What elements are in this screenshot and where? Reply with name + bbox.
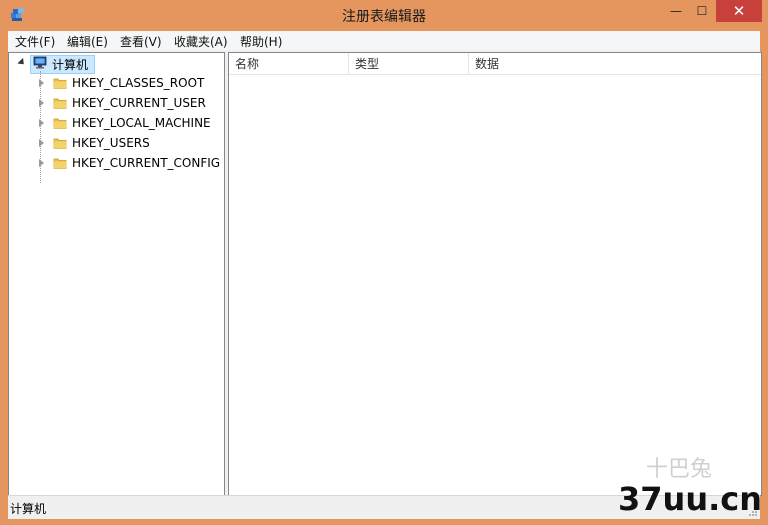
- key-tree-pane[interactable]: 计算机 HKEY_CLASSES_ROOT HKEY_CURRENT_USER: [8, 52, 225, 496]
- watermark-text: 37uu.cn: [618, 480, 762, 518]
- tree-node-computer[interactable]: 计算机: [9, 54, 224, 74]
- tree-node-hkcc[interactable]: HKEY_CURRENT_CONFIG: [9, 154, 224, 172]
- expand-arrow-icon[interactable]: [39, 139, 44, 147]
- folder-icon: [53, 138, 67, 149]
- watermark-faint-text: 十巴兔: [646, 457, 713, 482]
- expand-arrow-icon[interactable]: [39, 119, 44, 127]
- tree-node-hkcu[interactable]: HKEY_CURRENT_USER: [9, 94, 224, 112]
- values-list-pane[interactable]: 名称 类型 数据: [228, 52, 762, 496]
- expand-arrow-icon[interactable]: [39, 79, 44, 87]
- tree-label: HKEY_LOCAL_MACHINE: [72, 116, 211, 130]
- tree-label: HKEY_CURRENT_CONFIG: [72, 156, 221, 170]
- tree-label: HKEY_USERS: [72, 136, 150, 150]
- folder-icon: [53, 118, 67, 129]
- menu-edit[interactable]: 编辑(E): [66, 33, 109, 50]
- close-button[interactable]: ✕: [716, 0, 762, 22]
- tree-node-hkcr[interactable]: HKEY_CLASSES_ROOT: [9, 74, 224, 92]
- regedit-window: 注册表编辑器 — ☐ ✕ 文件(F) 编辑(E) 查看(V) 收藏夹(A) 帮助…: [0, 0, 768, 525]
- folder-icon: [53, 158, 67, 169]
- folder-icon: [53, 98, 67, 109]
- minimize-button[interactable]: —: [662, 0, 690, 22]
- menu-favorites[interactable]: 收藏夹(A): [173, 33, 229, 50]
- menu-bar: 文件(F) 编辑(E) 查看(V) 收藏夹(A) 帮助(H): [8, 31, 760, 50]
- column-header-data[interactable]: 数据: [469, 53, 761, 75]
- maximize-button[interactable]: ☐: [688, 0, 716, 22]
- folder-icon: [53, 78, 67, 89]
- tree-node-hklm[interactable]: HKEY_LOCAL_MACHINE: [9, 114, 224, 132]
- computer-icon: [33, 56, 47, 69]
- collapse-arrow-icon[interactable]: [17, 57, 27, 68]
- tree-node-hku[interactable]: HKEY_USERS: [9, 134, 224, 152]
- window-title: 注册表编辑器: [342, 9, 426, 25]
- menu-file[interactable]: 文件(F): [14, 33, 56, 50]
- tree-label: HKEY_CURRENT_USER: [72, 96, 206, 110]
- menu-help[interactable]: 帮助(H): [239, 33, 283, 50]
- column-header-type[interactable]: 类型: [349, 53, 469, 75]
- tree-label-computer: 计算机: [52, 58, 89, 72]
- status-path: 计算机: [10, 502, 47, 516]
- expand-arrow-icon[interactable]: [39, 99, 44, 107]
- menu-view[interactable]: 查看(V): [119, 33, 163, 50]
- client-area: 文件(F) 编辑(E) 查看(V) 收藏夹(A) 帮助(H) 计算机 HKEY_…: [8, 31, 762, 519]
- title-bar[interactable]: 注册表编辑器 — ☐ ✕: [0, 0, 768, 30]
- expand-arrow-icon[interactable]: [39, 159, 44, 167]
- column-header-name[interactable]: 名称: [229, 53, 349, 75]
- tree-label: HKEY_CLASSES_ROOT: [72, 76, 205, 90]
